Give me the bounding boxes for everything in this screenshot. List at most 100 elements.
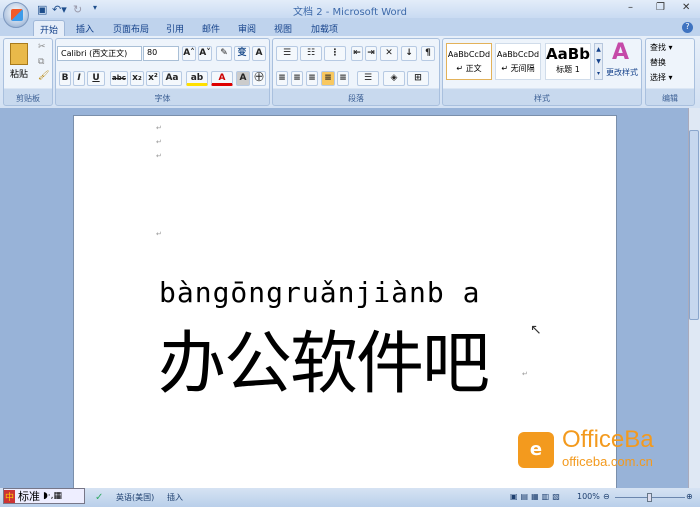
- undo-icon[interactable]: ↶▾: [52, 3, 67, 16]
- paragraph-mark: ↵: [156, 152, 162, 160]
- show-marks-button[interactable]: ¶: [421, 46, 435, 61]
- font-label: 字体: [154, 94, 171, 103]
- change-case-button[interactable]: Aa: [162, 71, 182, 86]
- paragraph-mark: ↵: [156, 124, 162, 132]
- paragraph-group: ☰ ☷ ⋮ ⇤ ⇥ ✕ ↓ ¶ ≡ ≡ ≡ ≡ ≡ ☰ ◈ ⊞ 段落: [272, 38, 440, 106]
- highlight-button[interactable]: ab: [186, 71, 208, 86]
- bullets-button[interactable]: ☰: [276, 46, 298, 61]
- style-heading-1[interactable]: AaBb 标题 1: [545, 43, 591, 80]
- phonetic-guide-text: bàngōngruǎnjiànb a: [159, 276, 481, 309]
- language-status[interactable]: 英语(美国): [116, 492, 154, 503]
- ime-logo-icon[interactable]: 中: [4, 489, 16, 503]
- borders-button[interactable]: ⊞: [407, 71, 429, 86]
- zoom-in-icon[interactable]: ⊕: [686, 492, 693, 501]
- select-button[interactable]: 选择 ▾: [650, 72, 673, 83]
- scrollbar-thumb[interactable]: [689, 130, 699, 320]
- tab-mailings[interactable]: 邮件: [196, 20, 226, 36]
- change-styles-button[interactable]: 更改样式: [606, 67, 638, 78]
- paragraph-mark: ↵: [156, 230, 162, 238]
- enclose-char-button[interactable]: ㊉: [252, 71, 266, 86]
- editing-label: 编辑: [662, 94, 678, 103]
- change-styles-icon[interactable]: A: [612, 40, 629, 65]
- tab-home[interactable]: 开始: [33, 20, 66, 36]
- ime-mode[interactable]: 标准: [18, 488, 40, 504]
- save-icon[interactable]: ▣: [37, 3, 47, 16]
- shrink-font-button[interactable]: A˅: [198, 46, 212, 61]
- proofing-icon[interactable]: ✓: [95, 492, 103, 503]
- ime-punct-icon[interactable]: ◗·,▦: [43, 491, 62, 501]
- subscript-button[interactable]: x₂: [130, 71, 144, 86]
- restore-button[interactable]: ❐: [656, 2, 665, 13]
- tab-insert[interactable]: 插入: [70, 20, 100, 36]
- tab-references[interactable]: 引用: [160, 20, 190, 36]
- multilevel-list-button[interactable]: ⋮: [324, 46, 346, 61]
- line-spacing-button[interactable]: ☰: [357, 71, 379, 86]
- chinese-layout-button[interactable]: ✕: [380, 46, 398, 61]
- distribute-button[interactable]: ≡: [337, 71, 349, 86]
- document-text[interactable]: 办公软件吧: [158, 308, 490, 407]
- paste-button[interactable]: 粘贴: [10, 67, 28, 80]
- grow-font-button[interactable]: A˄: [182, 46, 196, 61]
- phonetic-guide-button[interactable]: 变: [234, 46, 250, 61]
- shading-button[interactable]: ◈: [383, 71, 405, 86]
- office-logo-icon: [11, 9, 23, 21]
- decrease-indent-button[interactable]: ⇤: [351, 46, 363, 61]
- paragraph-label: 段落: [348, 94, 364, 103]
- cut-icon[interactable]: ✂: [38, 42, 46, 52]
- char-border-button[interactable]: A: [252, 46, 266, 61]
- sort-button[interactable]: ↓: [401, 46, 417, 61]
- zoom-level[interactable]: 100%: [577, 492, 600, 501]
- view-buttons[interactable]: ▣▤▦▥▧: [510, 492, 563, 501]
- format-painter-icon[interactable]: 🖌: [38, 71, 49, 81]
- copy-icon[interactable]: ⧉: [38, 57, 44, 67]
- paste-icon[interactable]: [10, 43, 28, 65]
- style-preview: AaBbCcDd: [496, 50, 540, 59]
- tab-page-layout[interactable]: 页面布局: [107, 20, 155, 36]
- help-icon[interactable]: ?: [682, 22, 693, 33]
- replace-button[interactable]: 替换: [650, 57, 666, 68]
- clipboard-group: 粘贴 ✂ ⧉ 🖌 剪贴板: [3, 38, 53, 106]
- bold-button[interactable]: B: [59, 71, 71, 86]
- insert-mode-status[interactable]: 插入: [167, 492, 183, 503]
- font-color-button[interactable]: A: [211, 71, 233, 86]
- clear-format-button[interactable]: ✎: [216, 46, 232, 61]
- justify-button[interactable]: ≡: [321, 71, 335, 86]
- font-group: Calibri (西文正文) 80 A˄ A˅ ✎ 变 A B I U abc …: [55, 38, 270, 106]
- font-name-select[interactable]: Calibri (西文正文): [57, 46, 142, 61]
- ime-toolbar[interactable]: 中 标准 ◗·,▦: [3, 488, 85, 504]
- align-left-button[interactable]: ≡: [276, 71, 288, 86]
- style-preview: AaBb: [546, 45, 590, 63]
- close-button[interactable]: ✕: [682, 2, 690, 13]
- increase-indent-button[interactable]: ⇥: [365, 46, 377, 61]
- tab-review[interactable]: 审阅: [232, 20, 262, 36]
- styles-label: 样式: [534, 94, 550, 103]
- clipboard-label: 剪贴板: [16, 94, 40, 103]
- status-bar: ✓ 英语(美国) 插入 ▣▤▦▥▧ 100% ⊖ ⊕: [0, 488, 700, 507]
- align-right-button[interactable]: ≡: [306, 71, 318, 86]
- office-button[interactable]: [3, 2, 29, 28]
- style-name: 标题 1: [556, 65, 580, 74]
- tab-view[interactable]: 视图: [268, 20, 298, 36]
- italic-button[interactable]: I: [73, 71, 85, 86]
- styles-scroll[interactable]: ▲ ▼ ▾: [594, 43, 603, 80]
- numbering-button[interactable]: ☷: [300, 46, 322, 61]
- underline-button[interactable]: U: [87, 71, 105, 86]
- watermark-brand: OfficeBa: [562, 426, 654, 453]
- zoom-slider-thumb[interactable]: [647, 493, 652, 502]
- find-button[interactable]: 查找 ▾: [650, 42, 673, 53]
- char-shading-button[interactable]: A: [236, 71, 250, 86]
- ribbon-tabs: 开始 插入 页面布局 引用 邮件 审阅 视图 加载项 ?: [0, 18, 700, 36]
- style-normal[interactable]: AaBbCcDd ↵ 正文: [446, 43, 492, 80]
- align-center-button[interactable]: ≡: [291, 71, 303, 86]
- superscript-button[interactable]: x²: [146, 71, 160, 86]
- zoom-out-icon[interactable]: ⊖: [603, 492, 610, 501]
- style-name: ↵ 正文: [456, 64, 482, 73]
- strikethrough-button[interactable]: abc: [110, 71, 128, 86]
- tab-addins[interactable]: 加载项: [305, 20, 344, 36]
- style-no-spacing[interactable]: AaBbCcDd ↵ 无间隔: [495, 43, 541, 80]
- font-size-select[interactable]: 80: [143, 46, 179, 61]
- watermark-url: officeba.com.cn: [562, 454, 653, 469]
- customize-qat-icon[interactable]: ▾: [93, 3, 97, 12]
- minimize-button[interactable]: –: [628, 2, 633, 13]
- redo-icon[interactable]: ↻: [73, 3, 82, 16]
